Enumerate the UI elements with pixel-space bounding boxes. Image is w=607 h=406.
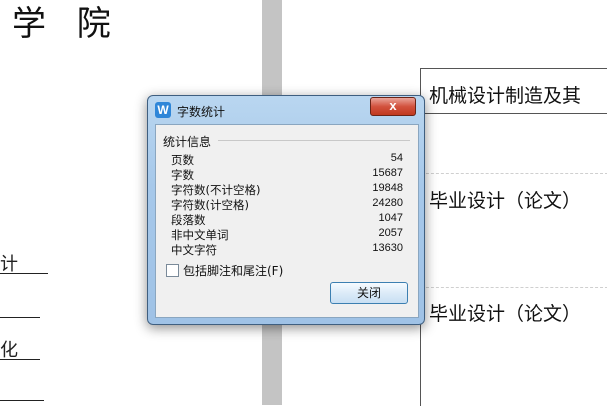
stat-label: 字符数(不计空格) <box>171 183 261 197</box>
stat-row-paragraphs: 段落数 1047 <box>171 212 403 227</box>
include-footnotes-label[interactable]: 包括脚注和尾注(F) <box>183 262 283 279</box>
wps-writer-icon: W <box>155 102 171 118</box>
right-document-page: 机械设计制造及其 毕业设计（论文） 毕业设计（论文） <box>420 68 607 406</box>
document-heading: 学 院 <box>12 4 121 44</box>
word-count-dialog: W 字数统计 x 统计信息 页数 54 字数 15687 字符数(不计空格) 1… <box>147 95 425 325</box>
close-button[interactable]: 关闭 <box>330 282 408 304</box>
stat-row-chars-with-spaces: 字符数(计空格) 24280 <box>171 197 403 212</box>
stat-label: 页数 <box>171 153 194 167</box>
underline <box>0 359 40 360</box>
stat-label: 字符数(计空格) <box>171 198 249 212</box>
dialog-title: 字数统计 <box>177 105 226 119</box>
stat-value: 54 <box>390 152 403 164</box>
document-text-line: 毕业设计（论文） <box>429 303 582 325</box>
stat-label: 字数 <box>171 168 194 182</box>
dialog-titlebar[interactable]: W 字数统计 x <box>148 96 424 124</box>
dashed-separator <box>421 173 607 174</box>
underline <box>0 273 48 274</box>
stat-value: 24280 <box>372 197 403 209</box>
dashed-separator <box>421 287 607 288</box>
dialog-client-area: 统计信息 页数 54 字数 15687 字符数(不计空格) 19848 字符数(… <box>155 124 419 318</box>
table-rule <box>421 113 607 114</box>
include-footnotes-checkbox[interactable] <box>166 264 179 277</box>
stat-row-chars-no-spaces: 字符数(不计空格) 19848 <box>171 182 403 197</box>
stat-row-words: 字数 15687 <box>171 167 403 182</box>
stat-label: 中文字符 <box>171 243 217 257</box>
stat-row-non-chinese-words: 非中文单词 2057 <box>171 227 403 242</box>
document-text-line: 机械设计制造及其 <box>429 85 582 107</box>
stat-value: 1047 <box>378 212 403 224</box>
underline <box>0 400 44 401</box>
close-icon[interactable]: x <box>370 97 416 116</box>
group-divider <box>218 140 410 141</box>
stat-row-chinese-chars: 中文字符 13630 <box>171 242 403 257</box>
stat-label: 段落数 <box>171 213 206 227</box>
stat-value: 19848 <box>372 182 403 194</box>
stat-row-pages: 页数 54 <box>171 152 403 167</box>
underline <box>0 317 40 318</box>
stat-value: 2057 <box>378 227 403 239</box>
document-text-line: 毕业设计（论文） <box>429 190 582 212</box>
group-title: 统计信息 <box>163 133 215 150</box>
stat-value: 15687 <box>372 167 403 179</box>
stat-value: 13630 <box>372 242 403 254</box>
stat-label: 非中文单词 <box>171 228 229 242</box>
